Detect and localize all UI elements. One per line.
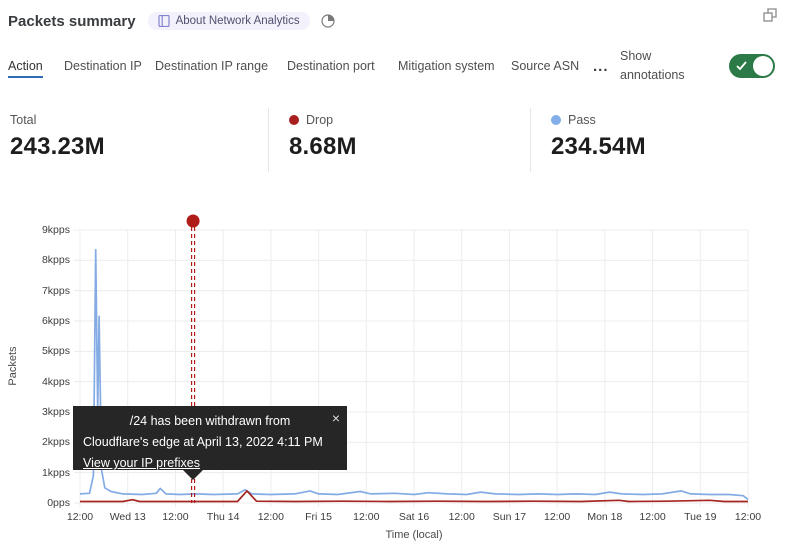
y-tick-label: 3kpps (0, 406, 70, 418)
y-tick-label: 0pps (0, 497, 70, 509)
about-network-analytics-badge[interactable]: About Network Analytics (148, 12, 310, 30)
x-tick-label: Sat 16 (399, 511, 429, 523)
tab-mitigation-system[interactable]: Mitigation system (398, 57, 511, 76)
y-tick-label: 7kpps (0, 285, 70, 297)
tab-label: Destination IP (64, 59, 142, 73)
expand-panel-button[interactable] (763, 8, 777, 27)
summary-stats: Total 243.23M Drop 8.68M Pass 234.54M (0, 108, 785, 172)
x-tick-label: Wed 13 (110, 511, 146, 523)
y-tick-label: 9kpps (0, 224, 70, 236)
stat-value: 243.23M (10, 133, 268, 161)
book-icon (158, 15, 170, 27)
y-tick-label: 5kpps (0, 345, 70, 357)
x-tick-label: 12:00 (735, 511, 761, 523)
drop-legend-dot (289, 115, 299, 125)
tooltip-line-2: Cloudflare's edge at April 13, 2022 4:11… (83, 432, 337, 453)
x-tick-label: 12:00 (67, 511, 93, 523)
x-tick-label: 12:00 (162, 511, 188, 523)
tab-destination-ip-range[interactable]: Destination IP range (155, 57, 287, 76)
stat-total: Total 243.23M (0, 108, 269, 172)
more-tabs-button[interactable]: ... (593, 58, 620, 75)
tab-destination-port[interactable]: Destination port (287, 57, 398, 76)
x-tick-label: Tue 19 (684, 511, 716, 523)
panel-header: Packets summary About Network Analytics (8, 6, 777, 36)
tab-label: Action (8, 59, 43, 78)
stat-value: 8.68M (289, 133, 530, 161)
tab-action[interactable]: Action (8, 57, 64, 76)
annotation-tooltip: × /24 has been withdrawn from Cloudflare… (73, 406, 347, 470)
x-tick-label: Sun 17 (493, 511, 526, 523)
time-period-icon[interactable] (320, 13, 336, 29)
x-tick-label: 12:00 (544, 511, 570, 523)
x-tick-label: Fri 15 (305, 511, 332, 523)
toggle-knob (753, 56, 773, 76)
tab-label: Destination port (287, 59, 375, 73)
stat-label: Total (10, 113, 36, 127)
check-icon (736, 61, 747, 71)
pass-legend-dot (551, 115, 561, 125)
x-tick-label: 12:00 (353, 511, 379, 523)
x-tick-label: Thu 14 (207, 511, 240, 523)
packets-time-series-chart[interactable]: Packets 0pps1kpps2kpps3kpps4kpps5kpps6kp… (0, 196, 785, 555)
tab-label: Source ASN (511, 59, 579, 73)
dimension-tabs: Action Destination IP Destination IP ran… (8, 42, 775, 90)
tab-label: Mitigation system (398, 59, 495, 73)
pie-clock-icon (320, 13, 336, 29)
stat-value: 234.54M (551, 133, 785, 161)
x-tick-label: Mon 18 (587, 511, 622, 523)
plot-area (0, 196, 785, 555)
overlap-squares-icon (763, 8, 777, 22)
packets-summary-panel: Packets summary About Network Analytics … (0, 0, 785, 555)
badge-label: About Network Analytics (176, 15, 300, 27)
x-axis-title: Time (local) (80, 529, 748, 541)
stat-pass: Pass 234.54M (531, 108, 785, 172)
tab-destination-ip[interactable]: Destination IP (64, 57, 155, 76)
x-tick-label: 12:00 (639, 511, 665, 523)
show-annotations-label: Show annotations (620, 47, 708, 85)
y-tick-label: 2kpps (0, 436, 70, 448)
tab-label: Destination IP range (155, 59, 268, 73)
view-ip-prefixes-link[interactable]: View your IP prefixes (83, 456, 200, 470)
tab-source-asn[interactable]: Source ASN (511, 57, 593, 76)
tooltip-line-1: /24 has been withdrawn from (83, 411, 337, 432)
page-title: Packets summary (8, 13, 136, 30)
x-tick-label: 12:00 (258, 511, 284, 523)
y-tick-label: 4kpps (0, 376, 70, 388)
stat-drop: Drop 8.68M (269, 108, 531, 172)
stat-label: Pass (568, 113, 596, 127)
tooltip-caret (183, 470, 203, 480)
x-tick-label: 12:00 (449, 511, 475, 523)
y-tick-label: 1kpps (0, 467, 70, 479)
show-annotations-toggle[interactable] (729, 54, 775, 78)
y-tick-label: 6kpps (0, 315, 70, 327)
y-tick-label: 8kpps (0, 254, 70, 266)
stat-label: Drop (306, 113, 333, 127)
close-icon[interactable]: × (332, 408, 340, 429)
